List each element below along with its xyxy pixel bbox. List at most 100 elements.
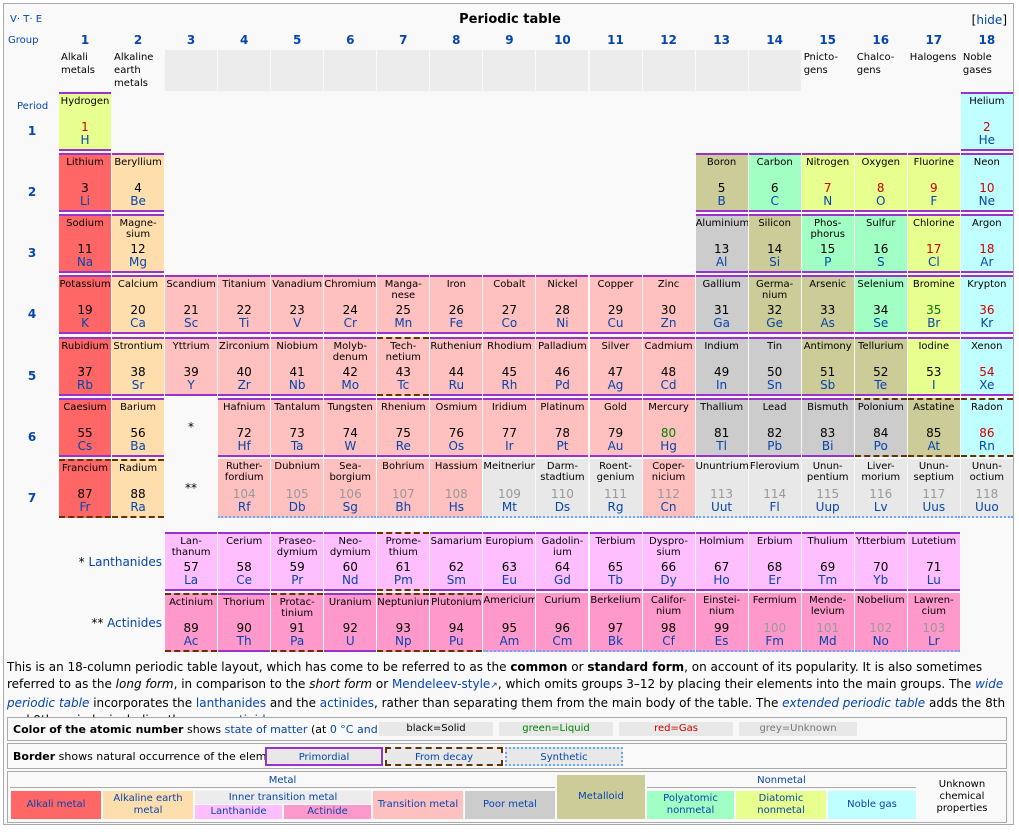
element-cell-sm[interactable]: Samarium 62 Sm bbox=[430, 532, 483, 591]
legend-actinide[interactable]: Actinide bbox=[284, 805, 371, 819]
element-cell-cl[interactable]: Chlorine 17 Cl bbox=[907, 214, 960, 273]
element-cell-np[interactable]: Neptunium 93 Np bbox=[377, 593, 430, 652]
period-number[interactable]: 3 bbox=[20, 246, 44, 260]
element-cell-ca[interactable]: Calcium 20 Ca bbox=[112, 275, 165, 334]
element-cell-ni[interactable]: Nickel 28 Ni bbox=[536, 275, 589, 334]
element-cell-ra[interactable]: Radium 88 Ra bbox=[112, 459, 165, 518]
element-cell-co[interactable]: Cobalt 27 Co bbox=[483, 275, 536, 334]
element-cell-cm[interactable]: Curium 96 Cm bbox=[536, 593, 589, 652]
element-cell-rn[interactable]: Radon 86 Rn bbox=[960, 398, 1013, 457]
element-cell-pu[interactable]: Plutonium 94 Pu bbox=[430, 593, 483, 652]
element-cell-si[interactable]: Silicon 14 Si bbox=[748, 214, 801, 273]
legend-transition-metal[interactable]: Transition metal bbox=[373, 791, 463, 819]
element-cell-rg[interactable]: Roent- genium 111 Rg bbox=[589, 459, 642, 518]
group-number[interactable]: 2 bbox=[112, 33, 164, 47]
element-cell-th[interactable]: Thorium 90 Th bbox=[218, 593, 271, 652]
element-cell-f[interactable]: Fluorine 9 F bbox=[907, 153, 960, 212]
group-category-cell[interactable]: Alkaline earth metals bbox=[112, 50, 164, 91]
legend-diatomic-nonmetal[interactable]: Diatomic nonmetal bbox=[736, 791, 826, 819]
element-cell-la[interactable]: Lan- thanum 57 La bbox=[165, 532, 218, 591]
element-cell-at[interactable]: Astatine 85 At bbox=[907, 398, 960, 457]
group-number[interactable]: 6 bbox=[324, 33, 376, 47]
element-cell-eu[interactable]: Europium 63 Eu bbox=[483, 532, 536, 591]
legend-nonmetal-header[interactable]: Nonmetal bbox=[647, 775, 916, 788]
element-cell-lv[interactable]: Liver- morium 116 Lv bbox=[854, 459, 907, 518]
mendeleev-style-link[interactable]: Mendeleev-style bbox=[392, 677, 490, 691]
element-cell-tb[interactable]: Terbium 65 Tb bbox=[589, 532, 642, 591]
element-cell-fm[interactable]: Fermium 100 Fm bbox=[748, 593, 801, 652]
element-cell-fe[interactable]: Iron 26 Fe bbox=[430, 275, 483, 334]
element-cell-md[interactable]: Mende- levium 101 Md bbox=[801, 593, 854, 652]
element-cell-cd[interactable]: Cadmium 48 Cd bbox=[642, 337, 695, 396]
element-cell-w[interactable]: Tungsten 74 W bbox=[324, 398, 377, 457]
element-cell-au[interactable]: Gold 79 Au bbox=[589, 398, 642, 457]
element-cell-xe[interactable]: Xenon 54 Xe bbox=[960, 337, 1013, 396]
element-cell-ar[interactable]: Argon 18 Ar bbox=[960, 214, 1013, 273]
legend-poor-metal[interactable]: Poor metal bbox=[465, 791, 555, 819]
state-of-matter-link[interactable]: state of matter bbox=[225, 723, 308, 736]
element-cell-os[interactable]: Osmium 76 Os bbox=[430, 398, 483, 457]
element-cell-no[interactable]: Nobelium 102 No bbox=[854, 593, 907, 652]
element-cell-k[interactable]: Potassium 19 K bbox=[59, 275, 111, 334]
extended-periodic-table-link[interactable]: extended periodic table bbox=[782, 696, 925, 710]
element-cell-pt[interactable]: Platinum 78 Pt bbox=[536, 398, 589, 457]
element-cell-li[interactable]: Lithium 3 Li bbox=[59, 153, 111, 212]
period-number[interactable]: 2 bbox=[20, 185, 44, 199]
element-cell-zr[interactable]: Zirconium 40 Zr bbox=[218, 337, 271, 396]
element-cell-pr[interactable]: Praseo- dymium 59 Pr bbox=[271, 532, 324, 591]
element-cell-nb[interactable]: Niobium 41 Nb bbox=[271, 337, 324, 396]
element-cell-dy[interactable]: Dyspro- sium 66 Dy bbox=[642, 532, 695, 591]
element-cell-ac[interactable]: Actinium 89 Ac bbox=[165, 593, 218, 652]
element-cell-br[interactable]: Bromine 35 Br bbox=[907, 275, 960, 334]
element-cell-uus[interactable]: Unun- septium 117 Uus bbox=[907, 459, 960, 518]
element-cell-yb[interactable]: Ytterbium 70 Yb bbox=[854, 532, 907, 591]
element-cell-cu[interactable]: Copper 29 Cu bbox=[589, 275, 642, 334]
element-cell-hg[interactable]: Mercury 80 Hg bbox=[642, 398, 695, 457]
element-cell-pd[interactable]: Palladium 46 Pd bbox=[536, 337, 589, 396]
element-cell-am[interactable]: Americium 95 Am bbox=[483, 593, 536, 652]
element-cell-mg[interactable]: Magne- sium 12 Mg bbox=[112, 214, 165, 273]
element-cell-uut[interactable]: Ununtrium 113 Uut bbox=[695, 459, 748, 518]
legend-alkaline-earth-metal[interactable]: Alkaline earth metal bbox=[103, 791, 193, 819]
legend-unknown-properties[interactable]: Unknown chemical properties bbox=[920, 775, 1004, 819]
element-cell-se[interactable]: Selenium 34 Se bbox=[854, 275, 907, 334]
element-cell-er[interactable]: Erbium 68 Er bbox=[748, 532, 801, 591]
element-cell-db[interactable]: Dubnium 105 Db bbox=[271, 459, 324, 518]
period-number[interactable]: 5 bbox=[20, 369, 44, 383]
group-category-cell[interactable]: Noble gases bbox=[961, 50, 1013, 91]
element-cell-s[interactable]: Sulfur 16 S bbox=[854, 214, 907, 273]
element-cell-rh[interactable]: Rhodium 45 Rh bbox=[483, 337, 536, 396]
hide-toggle[interactable]: [hide] bbox=[972, 13, 1007, 27]
element-cell-o[interactable]: Oxygen 8 O bbox=[854, 153, 907, 212]
element-cell-ti[interactable]: Titanium 22 Ti bbox=[218, 275, 271, 334]
legend-polyatomic-nonmetal[interactable]: Polyatomic nonmetal bbox=[647, 791, 734, 819]
element-cell-sg[interactable]: Sea- borgium 106 Sg bbox=[324, 459, 377, 518]
element-cell-mt[interactable]: Meitnerium 109 Mt bbox=[483, 459, 536, 518]
actinides-text-link[interactable]: actinides bbox=[320, 696, 374, 710]
period-number[interactable]: 7 bbox=[20, 491, 44, 505]
group-category-cell[interactable]: Halogens bbox=[908, 50, 960, 91]
element-cell-pa[interactable]: Protac- tinium 91 Pa bbox=[271, 593, 324, 652]
element-cell-h[interactable]: Hydrogen 1 H bbox=[59, 92, 111, 151]
element-cell-ag[interactable]: Silver 47 Ag bbox=[589, 337, 642, 396]
element-cell-tc[interactable]: Tech- netium 43 Tc bbox=[377, 337, 430, 396]
element-cell-al[interactable]: Aluminium 13 Al bbox=[695, 214, 748, 273]
element-cell-sb[interactable]: Antimony 51 Sb bbox=[801, 337, 854, 396]
element-cell-c[interactable]: Carbon 6 C bbox=[748, 153, 801, 212]
group-number[interactable]: 12 bbox=[643, 33, 695, 47]
element-cell-u[interactable]: Uranium 92 U bbox=[324, 593, 377, 652]
element-cell-he[interactable]: Helium 2 He bbox=[960, 92, 1013, 151]
element-cell-tl[interactable]: Thallium 81 Tl bbox=[695, 398, 748, 457]
element-cell-ir[interactable]: Iridium 77 Ir bbox=[483, 398, 536, 457]
element-cell-ne[interactable]: Neon 10 Ne bbox=[960, 153, 1013, 212]
group-number[interactable]: 11 bbox=[590, 33, 642, 47]
legend-alkali-metal[interactable]: Alkali metal bbox=[11, 791, 101, 819]
element-cell-y[interactable]: Yttrium 39 Y bbox=[165, 337, 218, 396]
element-cell-fr[interactable]: Francium 87 Fr bbox=[59, 459, 111, 518]
group-category-cell[interactable]: Chalco- gens bbox=[855, 50, 907, 91]
group-number[interactable]: 7 bbox=[377, 33, 429, 47]
element-cell-fl[interactable]: Flerovium 114 Fl bbox=[748, 459, 801, 518]
view-template-link[interactable]: V bbox=[10, 14, 17, 25]
element-cell-bk[interactable]: Berkelium 97 Bk bbox=[589, 593, 642, 652]
group-number[interactable]: 14 bbox=[749, 33, 801, 47]
